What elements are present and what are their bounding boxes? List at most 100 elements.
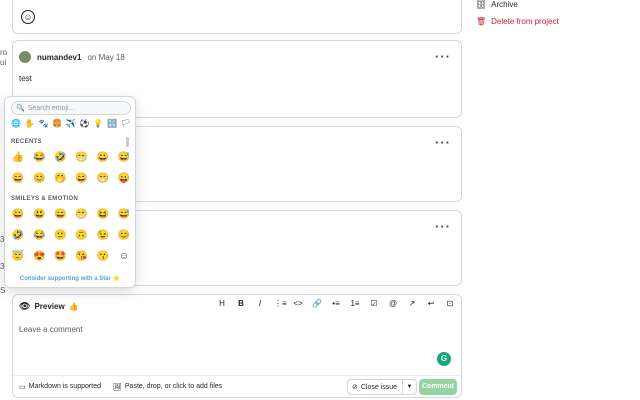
category-travel-icon[interactable]: ✈️ [66,119,76,131]
emoji-picker: 🔍 Search emoji... 🌐 ✋ 🐾 🍔 ✈️ ⚽ 💡 🔣 🏳 REC… [4,96,136,288]
archive-icon: 🗄 [476,0,487,9]
comment-textarea[interactable]: Leave a comment [19,325,83,334]
grammarly-icon[interactable]: G [437,352,451,366]
emoji-row: 😄 😊 🤭 😄 😁 😛 [11,172,131,186]
left-text-fragment: S [0,286,6,295]
mention-button[interactable]: @ [388,299,398,308]
category-flags-icon[interactable]: 🏳 [121,119,131,131]
category-food-icon[interactable]: 🍔 [52,119,62,131]
editor-footer: ▭ Markdown is supported 🖼 Paste, drop, o… [13,375,461,397]
category-objects-icon[interactable]: 💡 [93,119,103,131]
delete-label: Delete from project [491,17,559,26]
emoji-button[interactable]: 😀 [96,151,110,165]
bulleted-list-button[interactable]: •≡ [331,299,341,308]
numbered-list-button[interactable]: 1≡ [350,299,360,308]
emoji-search-input[interactable]: 🔍 Search emoji... [11,101,131,115]
emoji-button[interactable]: 🙂 [53,229,67,243]
emoji-button[interactable]: 😉 [96,229,110,243]
smileys-title: SMILEYS & EMOTION [11,196,79,202]
emoji-button[interactable]: 😅 [117,208,131,222]
kebab-icon[interactable]: ··· [435,135,451,150]
heading-button[interactable]: H [217,299,227,308]
emoji-button[interactable]: 😀 [11,208,25,222]
emoji-button[interactable]: 😛 [117,172,131,186]
reference-button[interactable]: ↗ [407,299,417,308]
category-symbols-icon[interactable]: 🔣 [107,119,117,131]
emoji-button[interactable]: 😘 [75,250,89,264]
emoji-button[interactable]: 😂 [32,229,46,243]
quote-button[interactable]: ⋮≡ [274,299,287,308]
emoji-button[interactable]: 👍 [11,151,25,165]
emoji-button[interactable]: 😂 [32,151,46,165]
left-text-fragment: ui [0,58,7,67]
emoji-row: 👍 😂 🤣 😁 😀 😅 [11,151,131,165]
code-button[interactable]: <> [293,299,303,308]
emoji-button[interactable]: 😄 [53,208,67,222]
eye-icon: 👁 [19,300,31,311]
emoji-button[interactable]: 😍 [32,250,46,264]
emoji-button[interactable]: 🤣 [53,151,67,165]
comment-date[interactable]: on May 18 [87,53,124,62]
chevron-down-icon[interactable]: ▼ [402,380,416,394]
trash-icon: 🗑 [476,17,487,26]
emoji-button[interactable]: 😁 [96,172,110,186]
kebab-icon[interactable]: ··· [435,49,451,64]
category-activity-icon[interactable]: ⚽ [80,119,90,131]
archive-button[interactable]: 🗄 Archive [476,0,518,9]
emoji-button[interactable]: 😅 [117,151,131,165]
emoji-button[interactable]: 😊 [117,229,131,243]
close-issue-label: Close issue [360,383,398,391]
fullscreen-button[interactable]: ⊡ [445,299,455,308]
emoji-button[interactable]: 😁 [75,151,89,165]
add-reaction-button[interactable]: ☺ [21,10,35,24]
comment-body: test [19,74,32,83]
left-text-fragment: ro [0,48,8,57]
category-nature-icon[interactable]: 🐾 [38,119,48,131]
emoji-row: 😀 😃 😄 😁 😆 😅 [11,208,131,222]
preview-label: Preview [34,301,65,311]
emoji-button[interactable]: 🤩 [53,250,67,264]
emoji-button[interactable]: 😄 [11,172,25,186]
comment-author[interactable]: numandev1 [37,53,81,62]
archive-label: Archive [491,0,518,9]
markdown-label: Markdown is supported [28,383,101,390]
emoji-scrollbar[interactable] [126,137,129,147]
attach-files-button[interactable]: 🖼 Paste, drop, or click to add files [113,383,222,391]
tab-preview[interactable]: 👁 Preview 👍 [19,301,79,312]
editor-toolbar: 👁 Preview 👍 H B I ⋮≡ <> 🔗 •≡ 1≡ ☑ @ ↗ ↩ … [13,295,461,317]
close-issue-label-wrap[interactable]: ⊘ Close issue [348,383,402,392]
emoji-button[interactable]: 😁 [75,208,89,222]
emoji-button[interactable]: 🤣 [11,229,25,243]
avatar[interactable] [19,51,31,63]
emoji-category-bar: 🌐 ✋ 🐾 🍔 ✈️ ⚽ 💡 🔣 🏳 [11,119,131,131]
check-circle-icon: ⊘ [352,384,358,391]
emoji-button[interactable]: 😇 [11,250,25,264]
emoji-button[interactable]: ☺ [117,250,131,264]
link-button[interactable]: 🔗 [312,299,322,308]
emoji-row: 🤣 😂 🙂 🙃 😉 😊 [11,229,131,243]
close-issue-button[interactable]: ⊘ Close issue ▼ [347,379,417,395]
emoji-button[interactable]: 😃 [32,208,46,222]
bold-button[interactable]: B [236,299,246,308]
preview-emoji: 👍 [68,301,79,311]
emoji-button[interactable]: 🙃 [75,229,89,243]
formatting-tools: H B I ⋮≡ <> 🔗 •≡ 1≡ ☑ @ ↗ ↩ ⊡ [217,299,455,308]
emoji-button[interactable]: 😆 [96,208,110,222]
task-list-button[interactable]: ☑ [369,299,379,308]
delete-from-project-button[interactable]: 🗑 Delete from project [476,17,559,26]
emoji-button[interactable]: 🤭 [53,172,67,186]
emoji-button[interactable]: 😗 [96,250,110,264]
category-frequent-icon[interactable]: 🌐 [11,119,21,131]
kebab-icon[interactable]: ··· [435,219,451,234]
emoji-button[interactable]: 😄 [75,172,89,186]
category-people-icon[interactable]: ✋ [25,119,35,131]
comment-header: numandev1 on May 18 [19,51,125,63]
italic-button[interactable]: I [255,299,265,308]
previous-comment-card: ☺ [12,0,462,34]
saved-reply-button[interactable]: ↩ [426,299,436,308]
emoji-button[interactable]: 😊 [32,172,46,186]
comment-button[interactable]: Comment [419,379,457,395]
support-link[interactable]: Consider supporting with a Star ⭐ [5,275,135,282]
markdown-link[interactable]: ▭ Markdown is supported [19,383,101,391]
markdown-icon: ▭ [19,383,26,391]
